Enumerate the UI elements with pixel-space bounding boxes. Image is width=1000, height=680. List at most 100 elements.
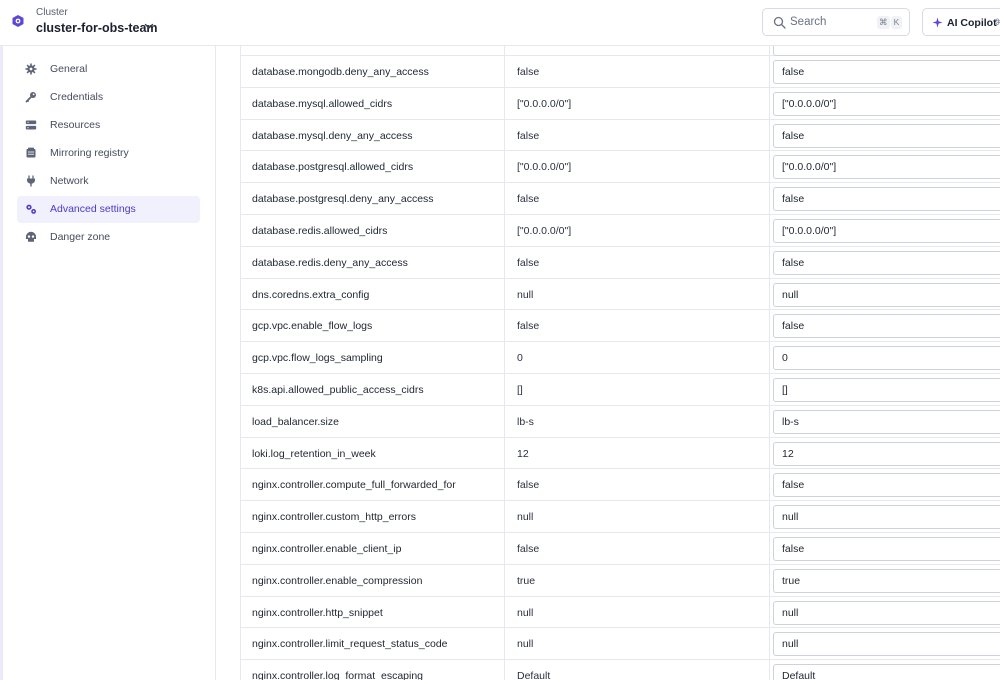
table-row: nginx.controller.log_format_escaping Def… bbox=[241, 660, 1000, 680]
search-input[interactable]: Search ⌘ K bbox=[762, 8, 910, 36]
setting-value-cell bbox=[770, 215, 1000, 246]
setting-value-cell bbox=[770, 374, 1000, 405]
setting-value-input[interactable] bbox=[773, 60, 1000, 84]
table-row: nginx.controller.enable_client_ip false bbox=[241, 532, 1000, 565]
setting-value-input[interactable] bbox=[773, 441, 1000, 466]
copilot-kbd: ⌘ bbox=[995, 17, 1000, 27]
setting-value-input[interactable] bbox=[773, 377, 1000, 402]
setting-default-cell: false bbox=[505, 183, 770, 214]
setting-value-input[interactable] bbox=[773, 346, 1000, 371]
table-row: nginx.controller.custom_http_errors null bbox=[241, 501, 1000, 533]
setting-value-input[interactable] bbox=[773, 505, 1000, 530]
setting-key: nginx.controller.enable_compression bbox=[252, 574, 423, 587]
setting-value-cell bbox=[770, 565, 1000, 596]
setting-key-cell: nginx.controller.enable_compression bbox=[241, 564, 505, 596]
setting-key: database.mongodb.deny_any_access bbox=[252, 66, 429, 78]
setting-default-cell: 0 bbox=[505, 342, 770, 373]
ai-copilot-button[interactable]: AI Copilot ⌘ bbox=[922, 8, 1000, 36]
sidebar-item-danger-zone[interactable]: Danger zone bbox=[17, 224, 200, 251]
setting-key: database.redis.deny_any_access bbox=[252, 256, 408, 269]
sidebar-item-general[interactable]: General bbox=[17, 56, 200, 83]
setting-value-input[interactable] bbox=[773, 314, 1000, 339]
setting-key-cell: database.mysql.allowed_cidrs bbox=[241, 87, 505, 119]
gear-icon bbox=[25, 63, 37, 75]
sidebar-item-label: Network bbox=[50, 175, 89, 187]
setting-value-cell bbox=[770, 56, 1000, 87]
table-row: database.mysql.allowed_cidrs ["0.0.0.0/0… bbox=[241, 87, 1000, 120]
setting-value-input[interactable] bbox=[773, 218, 1000, 243]
sidebar: General Credentials Resources Mirroring … bbox=[3, 46, 216, 680]
setting-value-cell bbox=[770, 183, 1000, 214]
table-row: nginx.controller.limit_request_status_co… bbox=[241, 628, 1000, 661]
table-row: nginx.controller.compute_full_forwarded_… bbox=[241, 469, 1000, 502]
setting-default-cell: false bbox=[505, 246, 770, 278]
table-row: database.redis.allowed_cidrs ["0.0.0.0/0… bbox=[241, 214, 1000, 247]
setting-default-cell: false bbox=[505, 532, 770, 564]
setting-default-cell: false bbox=[505, 56, 770, 87]
setting-value-cell bbox=[770, 310, 1000, 341]
setting-value-input[interactable] bbox=[773, 600, 1000, 625]
setting-default: false bbox=[517, 256, 540, 269]
setting-key: dns.coredns.extra_config bbox=[252, 288, 370, 301]
setting-value-input[interactable] bbox=[773, 473, 1000, 498]
key-icon bbox=[25, 92, 36, 103]
table-row: database.redis.deny_any_access false bbox=[241, 246, 1000, 279]
table-row: database.postgresql.allowed_cidrs ["0.0.… bbox=[241, 151, 1000, 184]
setting-key: nginx.controller.compute_full_forwarded_… bbox=[252, 479, 456, 492]
cluster-name[interactable]: cluster-for-obs-team bbox=[36, 21, 158, 35]
table-row: loki.log_retention_in_week 12 bbox=[241, 437, 1000, 470]
sidebar-item-network[interactable]: Network bbox=[17, 168, 200, 195]
setting-value-input[interactable] bbox=[773, 91, 1000, 116]
setting-value-input[interactable] bbox=[773, 568, 1000, 593]
cluster-logo-icon bbox=[12, 15, 24, 27]
setting-default-cell: ["0.0.0.0/0"] bbox=[505, 214, 770, 246]
chevron-down-icon[interactable] bbox=[143, 20, 155, 32]
table-body: database.mongodb.deny_any_access false d… bbox=[241, 56, 1000, 680]
setting-default: null bbox=[517, 511, 534, 524]
setting-value-input[interactable] bbox=[773, 250, 1000, 275]
setting-value-input[interactable] bbox=[773, 282, 1000, 307]
setting-value-input[interactable] bbox=[773, 187, 1000, 212]
setting-value-input[interactable] bbox=[773, 46, 1000, 56]
setting-value-input[interactable] bbox=[773, 536, 1000, 561]
sidebar-item-advanced-settings[interactable]: Advanced settings bbox=[17, 196, 200, 223]
table-row: dns.coredns.extra_config null bbox=[241, 278, 1000, 311]
skull-icon bbox=[26, 231, 36, 242]
setting-key-cell: database.postgresql.allowed_cidrs bbox=[241, 151, 505, 183]
sidebar-item-resources[interactable]: Resources bbox=[17, 112, 200, 139]
table-row: load_balancer.size lb-s bbox=[241, 405, 1000, 438]
setting-value-input[interactable] bbox=[773, 123, 1000, 148]
setting-key: database.mysql.deny_any_access bbox=[252, 129, 413, 142]
setting-value-input[interactable] bbox=[773, 632, 1000, 657]
sidebar-item-credentials[interactable]: Credentials bbox=[17, 84, 200, 111]
setting-key: k8s.api.allowed_public_access_cidrs bbox=[252, 383, 424, 396]
sidebar-item-label: General bbox=[50, 63, 88, 75]
setting-key-cell: nginx.controller.custom_http_errors bbox=[241, 501, 505, 532]
server-icon bbox=[25, 120, 37, 130]
setting-default-cell: null bbox=[505, 596, 770, 628]
registry-icon bbox=[26, 147, 36, 158]
setting-value-input[interactable] bbox=[773, 664, 1000, 680]
sparkle-icon bbox=[932, 17, 943, 28]
setting-key: nginx.controller.limit_request_status_co… bbox=[252, 638, 448, 651]
setting-value-cell bbox=[770, 533, 1000, 564]
setting-value-cell bbox=[770, 438, 1000, 469]
setting-default-cell: null bbox=[505, 628, 770, 660]
setting-default-cell: [] bbox=[505, 373, 770, 405]
setting-value-input[interactable] bbox=[773, 409, 1000, 434]
sidebar-item-mirroring-registry[interactable]: Mirroring registry bbox=[17, 140, 200, 167]
setting-default: null bbox=[517, 288, 534, 301]
setting-value-input[interactable] bbox=[773, 155, 1000, 180]
setting-key: nginx.controller.log_format_escaping bbox=[252, 670, 424, 680]
setting-key: database.redis.allowed_cidrs bbox=[252, 224, 388, 237]
ai-copilot-label: AI Copilot bbox=[947, 17, 997, 29]
table-row: database.postgresql.deny_any_access fals… bbox=[241, 183, 1000, 215]
setting-key: database.postgresql.deny_any_access bbox=[252, 193, 434, 206]
sidebar-item-label: Advanced settings bbox=[50, 203, 136, 215]
setting-value-cell bbox=[770, 501, 1000, 532]
setting-default: false bbox=[517, 479, 540, 492]
setting-default-cell: false bbox=[505, 310, 770, 342]
advanced-settings-table: database.mongodb.deny_any_access false d… bbox=[240, 46, 1000, 680]
setting-default: false bbox=[517, 320, 540, 333]
setting-default-cell: false bbox=[505, 119, 770, 151]
